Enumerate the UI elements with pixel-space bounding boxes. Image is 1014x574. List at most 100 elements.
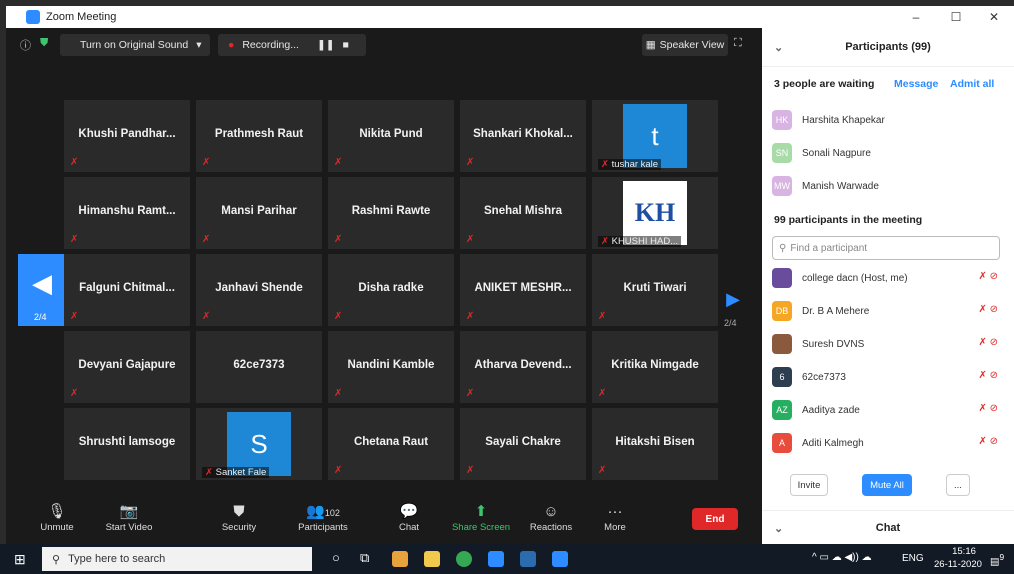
waiting-participant[interactable]: HK Harshita Khapekar (772, 108, 1004, 132)
notification-icon[interactable]: ▤9 (990, 552, 1004, 567)
shield-icon[interactable]: ⛊ (40, 37, 48, 50)
pause-icon[interactable]: ❚❚ (317, 39, 335, 51)
chat-chevron-icon[interactable]: ⌄ (774, 522, 783, 535)
participant-tile[interactable]: Himanshu Ramt... ✗ (64, 177, 190, 249)
store-icon[interactable] (392, 551, 408, 567)
participant-avatar: 6 (772, 367, 792, 387)
participant-tag: ✗ Sanket Fale (202, 467, 270, 478)
participant-tile[interactable]: Devyani Gajapure ✗ (64, 331, 190, 403)
participant-row[interactable]: college dacn (Host, me) ✗ ⊘ (772, 266, 1004, 290)
panel-more-button[interactable]: ... (946, 474, 970, 496)
zoom-taskbar-icon[interactable] (488, 551, 504, 567)
mic-video-status-icons[interactable]: ✗ ⊘ (978, 403, 998, 414)
participant-tile[interactable]: Chetana Raut ✗ (328, 408, 454, 480)
reactions-button[interactable]: ☺ Reactions (516, 502, 586, 533)
unmute-button[interactable]: 🎙 Unmute (22, 502, 92, 533)
participant-name: Kruti Tiwari (623, 282, 687, 294)
app-icon[interactable] (520, 551, 536, 567)
participant-tile[interactable]: Nikita Pund ✗ (328, 100, 454, 172)
waiting-participant[interactable]: MW Manish Warwade (772, 174, 1004, 198)
zoom-meeting-taskbar-icon[interactable] (552, 551, 568, 567)
prev-page-button[interactable]: ◀ 2/4 (18, 254, 66, 326)
mic-video-status-icons[interactable]: ✗ ⊘ (978, 436, 998, 447)
waiting-participant[interactable]: SN Sonali Nagpure (772, 141, 1004, 165)
original-sound-label: Turn on Original Sound (80, 39, 189, 51)
participant-tile[interactable]: Hitakshi Bisen ✗ (592, 408, 718, 480)
close-button[interactable]: ✕ (974, 6, 1014, 28)
participant-row[interactable]: 6 62ce7373 ✗ ⊘ (772, 365, 1004, 389)
participant-row[interactable]: Suresh DVNS ✗ ⊘ (772, 332, 1004, 356)
record-icon: ● (228, 39, 235, 51)
participant-row[interactable]: A Aditi Kalmegh ✗ ⊘ (772, 431, 1004, 455)
participant-row[interactable]: DB Dr. B A Mehere ✗ ⊘ (772, 299, 1004, 323)
system-tray-icons[interactable]: ^ ▭ ☁ ◀)) ☁ (812, 552, 872, 563)
mic-video-status-icons[interactable]: ✗ ⊘ (978, 370, 998, 381)
participant-tile[interactable]: Nandini Kamble ✗ (328, 331, 454, 403)
cortana-icon[interactable]: ○ (332, 550, 340, 565)
task-view-icon[interactable]: ⧉ (360, 550, 369, 566)
collapse-chevron-icon[interactable]: ⌄ (774, 41, 783, 54)
mic-video-status-icons[interactable]: ✗ ⊘ (978, 271, 998, 282)
participant-tile[interactable]: Khushi Pandhar... ✗ (64, 100, 190, 172)
file-explorer-icon[interactable] (424, 551, 440, 567)
participant-row[interactable]: AZ Aaditya zade ✗ ⊘ (772, 398, 1004, 422)
participant-name: Hitakshi Bisen (615, 436, 695, 448)
participant-avatar: MW (772, 176, 792, 196)
chat-section-header[interactable]: ⌄ Chat (762, 510, 1014, 545)
clock-date[interactable]: 26-11-2020 (934, 559, 982, 570)
next-page-button[interactable]: ▶ 2/4 (722, 274, 744, 329)
message-waiting-button[interactable]: Message (894, 78, 938, 90)
participants-button[interactable]: 👥102 Participants (288, 502, 358, 533)
chevron-down-icon[interactable]: ▾ (196, 39, 201, 51)
page-indicator-left: 2/4 (34, 312, 47, 322)
participant-tile[interactable]: Prathmesh Raut ✗ (196, 100, 322, 172)
participant-tile[interactable]: t ✗ tushar kale (592, 100, 718, 172)
participant-tile[interactable]: Shankari Khokal... ✗ (460, 100, 586, 172)
minimize-button[interactable]: – (896, 6, 936, 28)
participant-tile[interactable]: Falguni Chitmal... ✗ (64, 254, 190, 326)
participant-name: Nandini Kamble (347, 359, 435, 371)
participant-tile[interactable]: Disha radke ✗ (328, 254, 454, 326)
mic-video-status-icons[interactable]: ✗ ⊘ (978, 304, 998, 315)
participant-search-box[interactable]: ⚲ Find a participant (772, 236, 1000, 260)
windows-start-icon[interactable]: ⊞ (14, 551, 26, 568)
admit-all-button[interactable]: Admit all (950, 78, 994, 90)
share-screen-button[interactable]: ⬆ Share Screen (446, 502, 516, 533)
chat-button[interactable]: 💬 Chat (374, 502, 444, 533)
invite-button[interactable]: Invite (790, 474, 828, 496)
mute-all-button[interactable]: Mute All (862, 474, 912, 496)
more-button[interactable]: ··· More (580, 502, 650, 533)
waiting-room-header: 3 people are waiting Message Admit all (774, 78, 1004, 90)
participant-name: Manish Warwade (802, 180, 879, 192)
participant-tile[interactable]: Janhavi Shende ✗ (196, 254, 322, 326)
stop-icon[interactable]: ■ (343, 39, 349, 51)
participant-tile[interactable]: Sayali Chakre ✗ (460, 408, 586, 480)
security-button[interactable]: ⛊ Security (204, 502, 274, 533)
start-video-button[interactable]: 📷 Start Video (94, 502, 164, 533)
chrome-icon[interactable] (456, 551, 472, 567)
video-off-icon: 📷 (119, 503, 139, 520)
maximize-button[interactable]: ☐ (936, 6, 976, 28)
participant-tile[interactable]: Kruti Tiwari ✗ (592, 254, 718, 326)
participant-tile[interactable]: Shrushti lamsoge (64, 408, 190, 480)
mic-video-status-icons[interactable]: ✗ ⊘ (978, 337, 998, 348)
participant-tile[interactable]: Kritika Nimgade ✗ (592, 331, 718, 403)
participant-tile[interactable]: S ✗ Sanket Fale (196, 408, 322, 480)
speaker-view-button[interactable]: ▦ Speaker View (642, 34, 728, 56)
participant-avatar (772, 268, 792, 288)
participant-tile[interactable]: 62ce7373 (196, 331, 322, 403)
info-icon[interactable]: ⓘ (20, 37, 31, 53)
participant-tile[interactable]: Snehal Mishra ✗ (460, 177, 586, 249)
participant-tile[interactable]: Atharva Devend... ✗ (460, 331, 586, 403)
participant-tile[interactable]: Mansi Parihar ✗ (196, 177, 322, 249)
clock-time[interactable]: 15:16 (946, 546, 982, 557)
fullscreen-icon[interactable]: ⛶ (734, 37, 742, 50)
participant-tile[interactable]: KH ✗ KHUSHI HAD... (592, 177, 718, 249)
participant-tile[interactable]: Rashmi Rawte ✗ (328, 177, 454, 249)
taskbar-search[interactable]: ⚲ Type here to search (42, 547, 312, 571)
end-meeting-button[interactable]: End (692, 508, 738, 530)
language-indicator[interactable]: ENG (902, 553, 924, 564)
original-sound-button[interactable]: Turn on Original Sound ▾ (60, 34, 210, 56)
participant-tile[interactable]: ANIKET MESHR... ✗ (460, 254, 586, 326)
participant-name: Falguni Chitmal... (79, 282, 175, 294)
